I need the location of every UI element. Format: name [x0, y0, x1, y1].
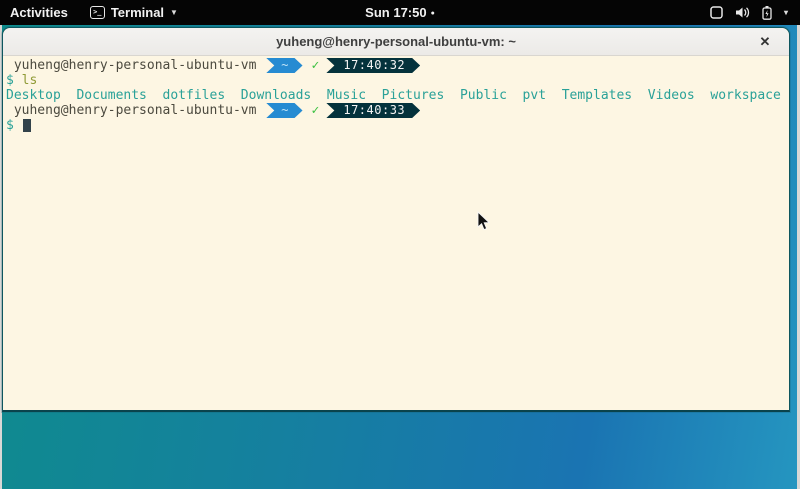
- prompt-user-host-text: yuheng@henry-personal-ubuntu-vm: [14, 58, 257, 73]
- terminal-window: yuheng@henry-personal-ubuntu-vm: ~ ✕ yuh…: [2, 27, 790, 412]
- prompt-user-host: [6, 58, 14, 73]
- system-status-menu[interactable]: ▾: [710, 0, 800, 25]
- prompt-time-segment-2: 17:40:33: [326, 103, 420, 118]
- display-icon: [710, 6, 723, 19]
- terminal-cursor: [23, 119, 31, 132]
- command-text: ls: [22, 73, 38, 88]
- prompt-symbol: $: [6, 73, 22, 88]
- window-title: yuheng@henry-personal-ubuntu-vm: ~: [276, 34, 516, 49]
- close-button[interactable]: ✕: [755, 32, 775, 52]
- window-titlebar[interactable]: yuheng@henry-personal-ubuntu-vm: ~ ✕: [3, 28, 789, 56]
- activities-button[interactable]: Activities: [0, 0, 82, 25]
- status-check-icon: ✓: [312, 58, 320, 73]
- prompt-user-host-2: [6, 103, 14, 118]
- terminal-body[interactable]: yuheng@henry-personal-ubuntu-vm ~ ✓ 17:40:…: [3, 56, 789, 410]
- spacer: [256, 103, 264, 118]
- prompt-line-2: yuheng@henry-personal-ubuntu-vm ~ ✓ 17:40:…: [6, 103, 789, 118]
- gnome-top-bar: Activities >_ Terminal ▼ Sun 17:50 ● ▾: [0, 0, 800, 25]
- status-check-icon-2: ✓: [312, 103, 320, 118]
- dropdown-arrow-icon: ▼: [170, 8, 178, 17]
- prompt-user-host-text-2: yuheng@henry-personal-ubuntu-vm: [14, 103, 257, 118]
- clock-button[interactable]: Sun 17:50 ●: [365, 5, 435, 20]
- ls-output: Desktop Documents dotfiles Downloads Mus…: [6, 88, 789, 103]
- input-line: $: [6, 118, 789, 133]
- desktop: Activities >_ Terminal ▼ Sun 17:50 ● ▾: [0, 0, 800, 489]
- prompt-symbol-2: $: [6, 118, 22, 133]
- notification-dot-icon: ●: [431, 10, 435, 17]
- prompt-line-1: yuheng@henry-personal-ubuntu-vm ~ ✓ 17:40:…: [6, 58, 789, 73]
- battery-charging-icon: [762, 6, 772, 20]
- prompt-time-segment: 17:40:32: [326, 58, 420, 73]
- clock-label: Sun 17:50: [365, 5, 426, 20]
- prompt-path-segment: ~: [266, 58, 302, 73]
- terminal-icon: >_: [90, 6, 105, 19]
- prompt-path-segment-2: ~: [266, 103, 302, 118]
- app-menu-terminal[interactable]: >_ Terminal ▼: [82, 0, 186, 25]
- chevron-down-icon: ▾: [784, 8, 788, 17]
- command-line: $ ls: [6, 73, 789, 88]
- volume-icon: [735, 6, 750, 19]
- spacer: [256, 58, 264, 73]
- app-menu-label: Terminal: [111, 5, 164, 20]
